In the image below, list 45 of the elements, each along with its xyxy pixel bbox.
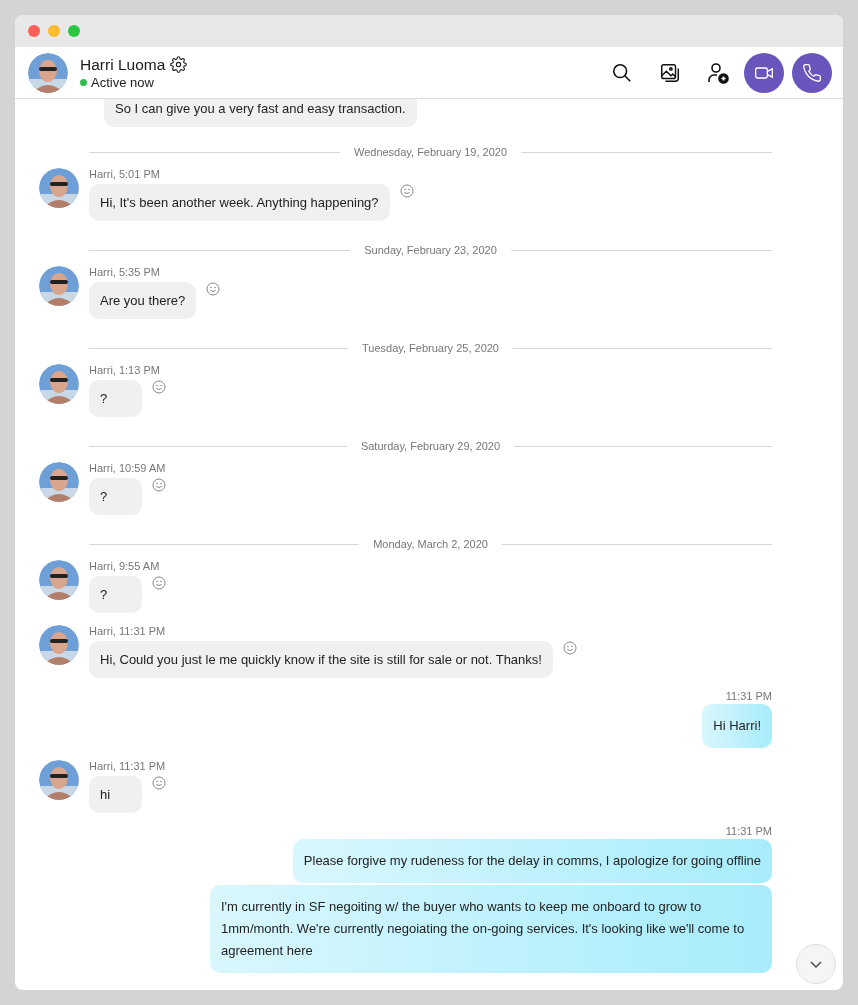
emoji-reaction-icon[interactable] <box>152 776 166 790</box>
maximize-button[interactable] <box>68 25 80 37</box>
message-sender-time: Harri, 10:59 AM <box>89 462 166 474</box>
contact-status: Active now <box>91 74 154 90</box>
contact-name: Harri Luoma <box>80 55 166 74</box>
date-separator: Saturday, February 29, 2020 <box>360 440 501 452</box>
message-bubble: Are you there? <box>89 282 197 319</box>
emoji-reaction-icon[interactable] <box>152 478 166 492</box>
phone-icon <box>802 62 822 83</box>
message-sender-time: Harri, 11:31 PM <box>89 760 166 772</box>
close-button[interactable] <box>28 25 40 37</box>
image-icon <box>659 61 681 84</box>
message-bubble: ? <box>89 478 142 515</box>
video-call-button[interactable] <box>744 52 784 93</box>
message-sender-time: Harri, 5:01 PM <box>89 168 161 180</box>
message-sender-time: Harri, 11:31 PM <box>89 625 167 637</box>
emoji-reaction-icon[interactable] <box>562 641 577 655</box>
date-separator: Tuesday, February 25, 2020 <box>362 342 499 354</box>
emoji-reaction-icon[interactable] <box>152 380 166 394</box>
message-sender-time: Harri, 5:35 PM <box>89 266 161 278</box>
scroll-down-button[interactable] <box>796 944 836 984</box>
message-time: 11:31 PM <box>725 690 772 702</box>
emoji-reaction-icon[interactable] <box>152 576 166 590</box>
sent-message-bubble: Please forgive my rudeness for the delay in comms, I apologize for going offline <box>292 839 772 883</box>
message-bubble: ? <box>89 576 142 613</box>
date-separator: Sunday, February 23, 2020 <box>364 244 497 256</box>
message-bubble: Hi, It's been another week. Anything happening? <box>89 184 390 221</box>
message-bubble: Hi, Could you just le me quickly know if the site is still for sale or not. Thanks! <box>89 641 553 678</box>
minimize-button[interactable] <box>48 25 60 37</box>
search-icon <box>611 61 633 84</box>
date-separator: Monday, March 2, 2020 <box>373 538 488 550</box>
emoji-reaction-icon[interactable] <box>206 282 221 296</box>
message-sender-time: Harri, 1:13 PM <box>89 364 161 376</box>
sent-message-bubble: I'm currently in SF negoiting w/ the buyer who wants to keep me onboard to grow to 1mm/month. We're currently negoiating the on-going services. It's looking like we'll come to agreement here <box>210 885 772 973</box>
voice-call-button[interactable] <box>792 52 832 93</box>
message-time: 11:31 PM <box>725 825 772 837</box>
message-sender-time: Harri, 9:55 AM <box>89 560 161 572</box>
add-person-icon <box>706 60 730 85</box>
sent-message-bubble: Hi Harri! <box>702 704 772 748</box>
message-bubble: So I can give you a very fast and easy transaction. <box>104 99 417 127</box>
settings-icon[interactable] <box>170 56 188 73</box>
emoji-reaction-icon[interactable] <box>399 184 414 198</box>
message-bubble: ? <box>89 380 142 417</box>
date-separator: Wednesday, February 19, 2020 <box>353 146 508 158</box>
message-bubble: hi <box>89 776 142 813</box>
